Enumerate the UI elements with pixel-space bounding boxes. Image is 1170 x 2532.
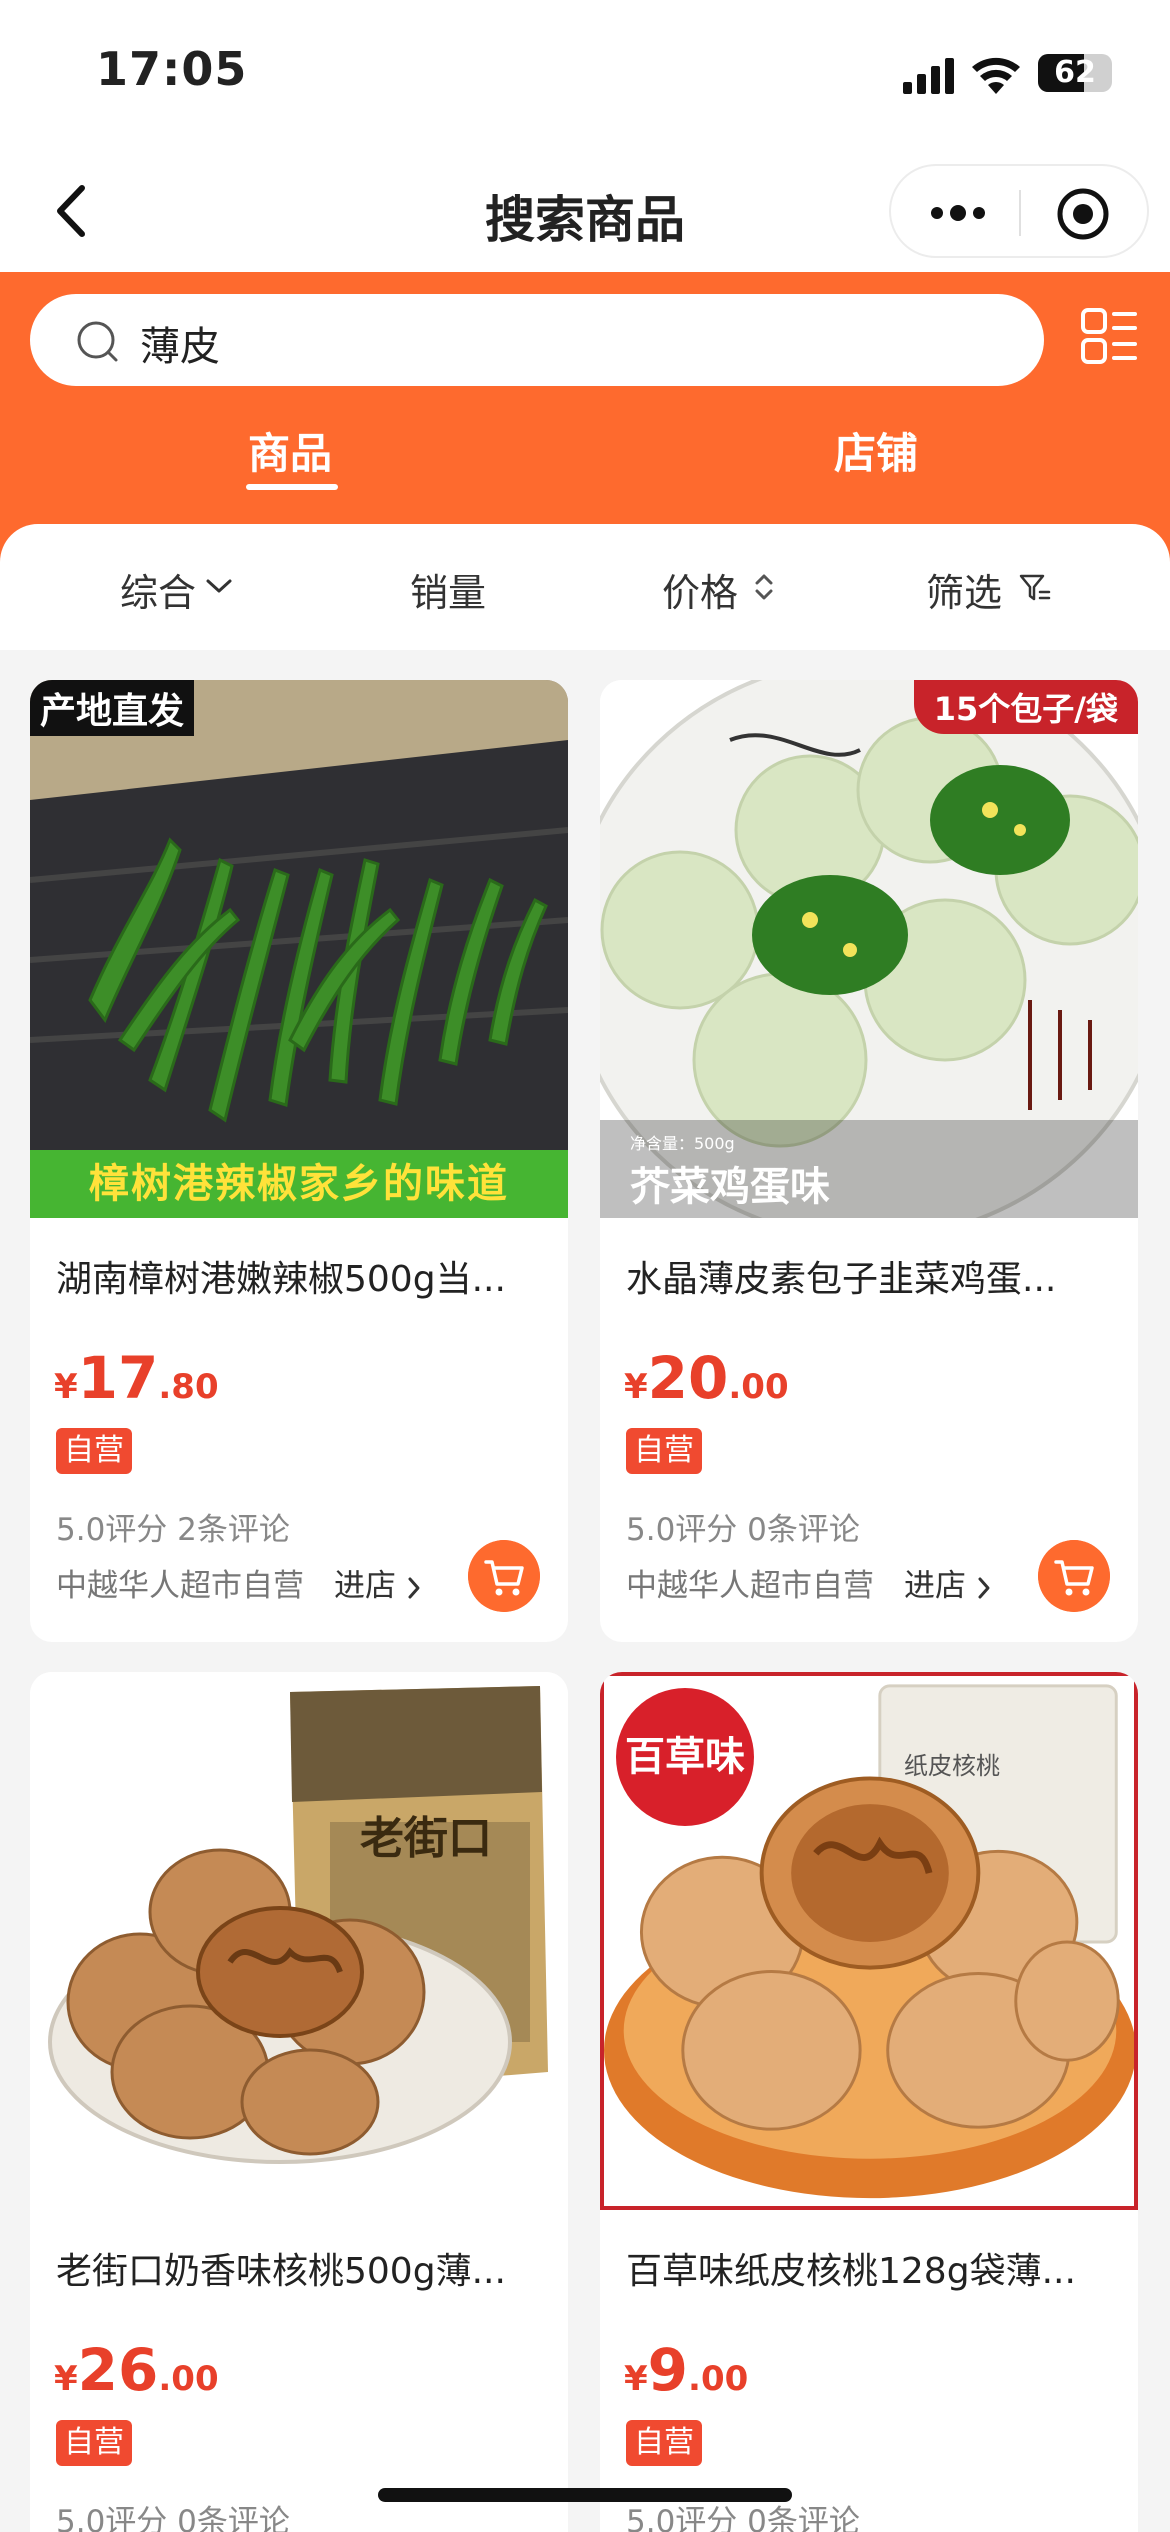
walnut-bag-photo (30, 1672, 568, 2210)
product-card[interactable]: 15个包子/袋 净含量：500g 芥菜鸡蛋味 水晶薄皮素包子韭菜鸡蛋... ¥2… (600, 680, 1138, 1642)
self-operated-badge: 自营 (56, 1428, 132, 1474)
search-query: 薄皮 (140, 324, 220, 370)
sort-price-label: 价格 (662, 571, 739, 615)
flavor-caption: 芥菜鸡蛋味 (630, 1164, 830, 1210)
sort-bar: 综合 销量 价格 筛选 (0, 524, 1170, 650)
product-image[interactable]: 产地直发 樟树港辣椒家乡的味道 (30, 680, 568, 1218)
wifi-icon (972, 57, 1020, 94)
more-icon[interactable] (927, 196, 989, 230)
sort-filter-label: 筛选 (926, 571, 1003, 615)
status-time: 17:05 (96, 42, 248, 96)
product-name[interactable]: 百草味纸皮核桃128g袋薄... (626, 2242, 1116, 2294)
pepper-photo (30, 680, 568, 1218)
tab-shops[interactable]: 店铺 (834, 420, 918, 481)
search-input[interactable]: 薄皮 (30, 294, 1044, 386)
search-icon (77, 321, 118, 362)
product-image[interactable]: 15个包子/袋 净含量：500g 芥菜鸡蛋味 (600, 680, 1138, 1218)
shop-name: 中越华人超市自营 (56, 1568, 304, 1604)
chevron-right-icon (978, 1577, 990, 1598)
image-caption-text: 樟树港辣椒家乡的味道 (89, 1161, 509, 1207)
product-price: ¥9.00 (624, 2336, 749, 2404)
self-operated-badge: 自营 (626, 1428, 702, 1474)
sort-price[interactable]: 价格 (662, 562, 773, 617)
enter-shop-link[interactable]: 进店 (904, 1560, 992, 1605)
self-operated-badge: 自营 (626, 2420, 702, 2466)
cellular-signal-icon (903, 58, 955, 94)
close-target-icon[interactable] (1055, 186, 1111, 242)
add-to-cart-button[interactable] (468, 1540, 540, 1612)
capsule-divider (1019, 190, 1021, 236)
product-name[interactable]: 湖南樟树港嫩辣椒500g当... (56, 1250, 546, 1302)
brand-logo: 百草味 (616, 1688, 754, 1826)
pack-product-text: 纸皮核桃 (904, 1752, 1000, 1780)
layout-toggle-icon[interactable] (1080, 306, 1138, 366)
product-card[interactable]: 产地直发 樟树港辣椒家乡的味道 湖南樟树港嫩辣椒500g当... ¥17.80 … (30, 680, 568, 1642)
status-bar: 17:05 62 (0, 0, 1170, 150)
product-rating: 5.0评分 2条评论 (56, 1512, 290, 1548)
battery-level: 62 (1054, 55, 1096, 90)
tab-goods[interactable]: 商品 (248, 420, 332, 481)
enter-shop-link[interactable]: 进店 (334, 1560, 422, 1605)
product-rating: 5.0评分 0条评论 (56, 2504, 290, 2532)
pack-count-tag: 15个包子/袋 (913, 680, 1138, 734)
home-indicator[interactable] (378, 2488, 792, 2502)
origin-tag: 产地直发 (30, 680, 195, 736)
chevron-down-icon (206, 579, 232, 593)
product-price: ¥20.00 (624, 1344, 789, 1412)
sort-filter[interactable]: 筛选 (926, 562, 1051, 617)
product-image[interactable]: 老街口 (30, 1672, 568, 2210)
product-name[interactable]: 老街口奶香味核桃500g薄... (56, 2242, 546, 2294)
product-image[interactable]: 百草味 纸皮核桃 (600, 1672, 1138, 2210)
pack-brand-text: 老街口 (360, 1813, 492, 1864)
battery-icon: 62 (1038, 54, 1112, 92)
shop-name: 中越华人超市自营 (626, 1568, 874, 1604)
product-name[interactable]: 水晶薄皮素包子韭菜鸡蛋... (626, 1250, 1116, 1302)
add-to-cart-button[interactable] (1038, 1540, 1110, 1612)
self-operated-badge: 自营 (56, 2420, 132, 2466)
sort-sales[interactable]: 销量 (410, 562, 486, 617)
product-card[interactable]: 百草味 纸皮核桃 百草味纸皮核桃128g袋薄... ¥9.00 自营 5.0评分… (600, 1672, 1138, 2532)
net-weight-text: 净含量：500g (630, 1134, 735, 1153)
product-card[interactable]: 老街口 老街口奶香味核桃500g薄... ¥26.00 自营 5.0评分 0条评… (30, 1672, 568, 2532)
sort-comprehensive[interactable]: 综合 (120, 562, 232, 617)
active-tab-indicator (246, 484, 338, 490)
nav-bar: 搜索商品 (0, 150, 1170, 272)
chevron-right-icon (408, 1577, 420, 1598)
product-rating: 5.0评分 0条评论 (626, 1512, 860, 1548)
product-price: ¥17.80 (54, 1344, 219, 1412)
mini-program-capsule (889, 164, 1149, 258)
search-header: 薄皮 商品 店铺 (0, 272, 1170, 562)
sort-arrows-icon (755, 574, 773, 600)
product-price: ¥26.00 (54, 2336, 219, 2404)
sort-comprehensive-label: 综合 (120, 571, 197, 615)
filter-icon (1019, 574, 1051, 601)
